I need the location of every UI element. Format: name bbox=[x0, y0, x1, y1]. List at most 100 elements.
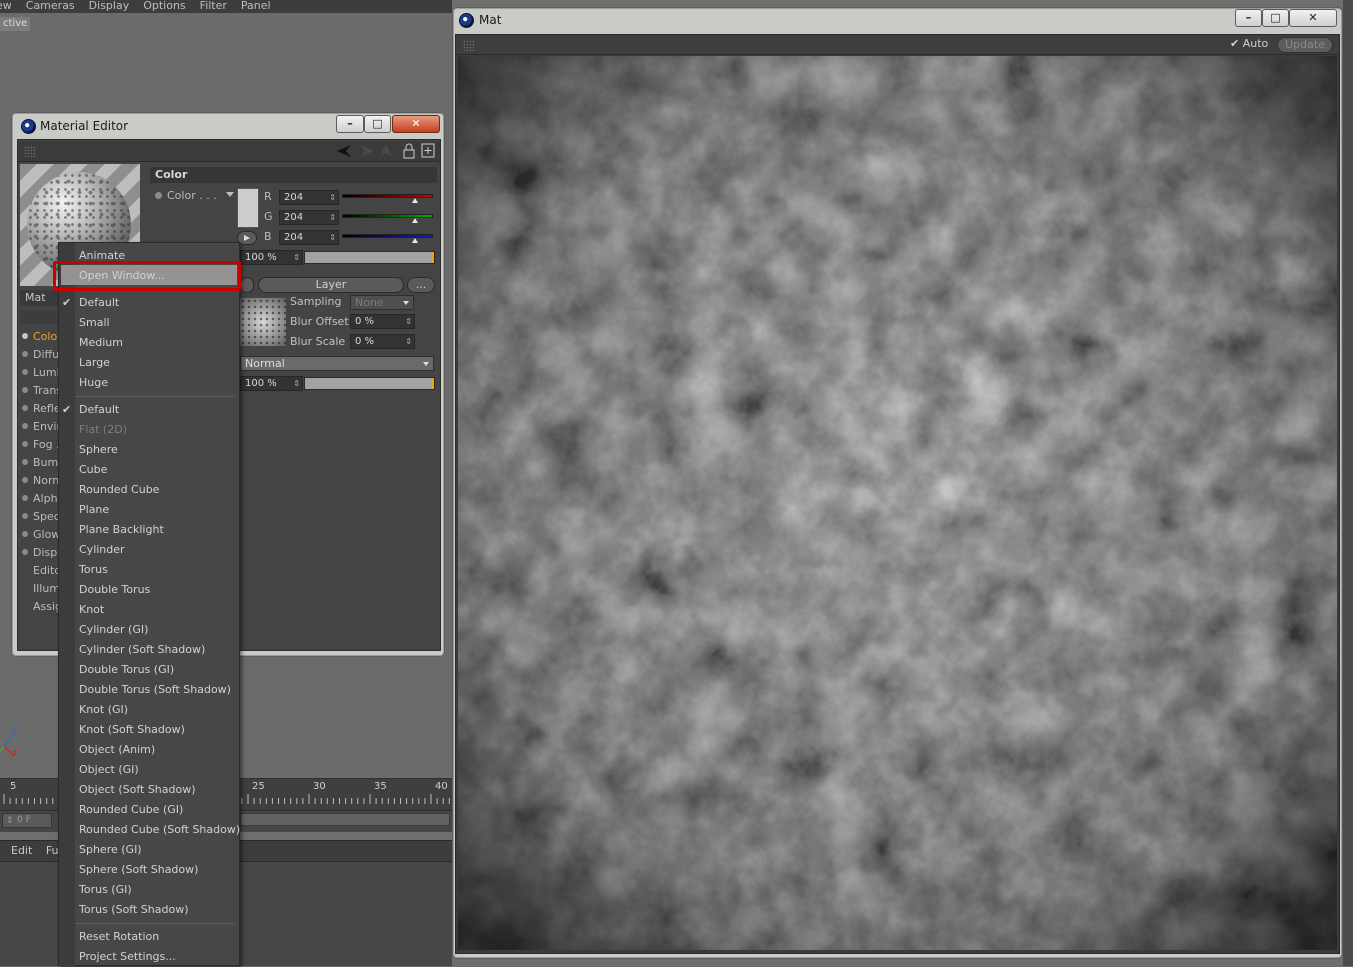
spin-arrows-icon[interactable]: ⇕ bbox=[329, 191, 336, 204]
rgb-slider-r[interactable] bbox=[342, 194, 433, 198]
up-arrow-icon[interactable] bbox=[379, 144, 393, 158]
menu-item-medium[interactable]: Medium bbox=[79, 333, 123, 353]
channel-6[interactable]: Envir bbox=[22, 418, 61, 436]
menu-item-reset-rotation[interactable]: Reset Rotation bbox=[79, 927, 159, 947]
material-render-preview[interactable] bbox=[458, 56, 1337, 950]
menu-item-default[interactable]: Default bbox=[79, 400, 119, 420]
menubar-item[interactable]: Cameras bbox=[26, 0, 75, 12]
channel-12[interactable]: Glow bbox=[22, 526, 60, 544]
menu-item-default[interactable]: Default bbox=[79, 293, 119, 313]
menu-item-cylinder[interactable]: Cylinder bbox=[79, 540, 125, 560]
menu-item-large[interactable]: Large bbox=[79, 353, 110, 373]
menubar-item[interactable]: ew bbox=[0, 0, 12, 12]
rgb-slider-g[interactable] bbox=[342, 214, 433, 218]
channel-10[interactable]: Alph bbox=[22, 490, 58, 508]
rgb-field-b[interactable]: 204 ⇕ bbox=[279, 230, 339, 245]
frame-field[interactable]: ⇕ 0 F bbox=[2, 813, 52, 828]
menubar-item[interactable]: Panel bbox=[241, 0, 271, 12]
menu-item-object-gi[interactable]: Object (GI) bbox=[79, 760, 139, 780]
minimize-button[interactable]: – bbox=[1235, 9, 1262, 27]
spin-arrows-icon[interactable]: ⇕ bbox=[405, 335, 412, 348]
menubar-item[interactable]: Options bbox=[143, 0, 185, 12]
channel-enabled-icon[interactable] bbox=[22, 369, 28, 375]
spin-arrows-icon[interactable]: ⇕ bbox=[329, 231, 336, 244]
channel-2[interactable]: Diffu bbox=[22, 346, 59, 364]
menu-item-object-soft-shadow[interactable]: Object (Soft Shadow) bbox=[79, 780, 196, 800]
channel-9[interactable]: Norn bbox=[22, 472, 59, 490]
channel-enabled-icon[interactable] bbox=[22, 513, 28, 519]
blur-offset-field[interactable]: 0 % ⇕ bbox=[350, 314, 415, 329]
channel-enabled-icon[interactable] bbox=[22, 351, 28, 357]
channel-14[interactable]: Editc bbox=[22, 562, 60, 580]
channel-enabled-icon[interactable] bbox=[22, 405, 28, 411]
menu-item-small[interactable]: Small bbox=[79, 313, 110, 333]
sampling-dropdown[interactable]: None bbox=[350, 295, 414, 310]
auto-checkbox[interactable]: ✔ Auto bbox=[1230, 37, 1268, 50]
menu-item-flat-2d[interactable]: Flat (2D) bbox=[79, 420, 127, 440]
update-button[interactable]: Update bbox=[1277, 37, 1333, 53]
layer-button[interactable]: Layer bbox=[258, 277, 404, 293]
channel-enabled-icon[interactable] bbox=[22, 495, 28, 501]
menubar-item[interactable]: Filter bbox=[200, 0, 227, 12]
channel-7[interactable]: Fog . bbox=[22, 436, 60, 454]
channel-enabled-icon[interactable] bbox=[22, 477, 28, 483]
channel-enabled-icon[interactable] bbox=[22, 459, 28, 465]
menu-item-huge[interactable]: Huge bbox=[79, 373, 108, 393]
grip-icon[interactable] bbox=[463, 40, 475, 51]
menu-item-sphere[interactable]: Sphere bbox=[79, 440, 118, 460]
spin-arrows-icon[interactable]: ⇕ bbox=[293, 377, 300, 390]
grip-icon[interactable] bbox=[24, 146, 36, 157]
menu-item-rounded-cube[interactable]: Rounded Cube bbox=[79, 480, 159, 500]
spin-arrows-icon[interactable]: ⇕ bbox=[6, 815, 14, 828]
close-button[interactable]: ✕ bbox=[392, 115, 440, 133]
menu-item-knot-gi[interactable]: Knot (GI) bbox=[79, 700, 128, 720]
mix-strength-slider[interactable] bbox=[304, 377, 435, 390]
menu-item-plane[interactable]: Plane bbox=[79, 500, 109, 520]
menu-item-cylinder-gi[interactable]: Cylinder (GI) bbox=[79, 620, 148, 640]
slider-caret-icon[interactable] bbox=[411, 218, 418, 223]
brightness-field[interactable]: 100 % ⇕ bbox=[240, 250, 303, 265]
menu-item-plane-backlight[interactable]: Plane Backlight bbox=[79, 520, 164, 540]
channel-enabled-icon[interactable] bbox=[22, 387, 28, 393]
menu-item-rounded-cube-gi[interactable]: Rounded Cube (GI) bbox=[79, 800, 183, 820]
menu-item-object-anim[interactable]: Object (Anim) bbox=[79, 740, 155, 760]
rgb-slider-b[interactable] bbox=[342, 234, 433, 238]
menu-item-knot[interactable]: Knot bbox=[79, 600, 104, 620]
channel-15[interactable]: Illum bbox=[22, 580, 60, 598]
scrub-bar[interactable] bbox=[240, 813, 450, 826]
menu-item-sphere-soft-shadow[interactable]: Sphere (Soft Shadow) bbox=[79, 860, 198, 880]
channel-1[interactable]: Colo bbox=[22, 328, 57, 346]
channel-enabled-icon[interactable] bbox=[22, 549, 28, 555]
color-swatch[interactable] bbox=[237, 188, 259, 228]
menu-item-double-torus-soft-shadow[interactable]: Double Torus (Soft Shadow) bbox=[79, 680, 231, 700]
menu-item-double-torus[interactable]: Double Torus bbox=[79, 580, 150, 600]
rgb-field-g[interactable]: 204 ⇕ bbox=[279, 210, 339, 225]
brightness-slider[interactable] bbox=[304, 251, 435, 264]
new-window-icon[interactable] bbox=[421, 143, 435, 159]
color-radio-icon[interactable] bbox=[155, 192, 162, 199]
channel-13[interactable]: Displ bbox=[22, 544, 60, 562]
back-arrow-icon[interactable] bbox=[335, 144, 353, 158]
rgb-field-r[interactable]: 204 ⇕ bbox=[279, 190, 339, 205]
menu-item-sphere-gi[interactable]: Sphere (GI) bbox=[79, 840, 142, 860]
channel-3[interactable]: Lumi bbox=[22, 364, 60, 382]
menu-item-rounded-cube-soft-shadow[interactable]: Rounded Cube (Soft Shadow) bbox=[79, 820, 240, 840]
texture-arrow-button[interactable] bbox=[240, 277, 254, 293]
channel-16[interactable]: Assig bbox=[22, 598, 62, 616]
menu-item-knot-soft-shadow[interactable]: Knot (Soft Shadow) bbox=[79, 720, 185, 740]
channel-4[interactable]: Trans bbox=[22, 382, 62, 400]
channel-5[interactable]: Refle bbox=[22, 400, 61, 418]
blend-mode-dropdown[interactable]: Normal bbox=[240, 356, 434, 371]
forward-arrow-icon[interactable] bbox=[358, 144, 376, 158]
texture-thumbnail[interactable] bbox=[240, 298, 286, 346]
maximize-button[interactable]: □ bbox=[1262, 9, 1289, 27]
menu-item-torus[interactable]: Torus bbox=[79, 560, 108, 580]
channel-enabled-icon[interactable] bbox=[22, 531, 28, 537]
channel-enabled-icon[interactable] bbox=[22, 423, 28, 429]
channel-enabled-icon[interactable] bbox=[22, 441, 28, 447]
slider-caret-icon[interactable] bbox=[411, 198, 418, 203]
menu-item-cube[interactable]: Cube bbox=[79, 460, 107, 480]
channel-11[interactable]: Spec bbox=[22, 508, 60, 526]
mix-strength-field[interactable]: 100 % ⇕ bbox=[240, 376, 303, 391]
menu-function[interactable]: Fu bbox=[46, 844, 59, 857]
